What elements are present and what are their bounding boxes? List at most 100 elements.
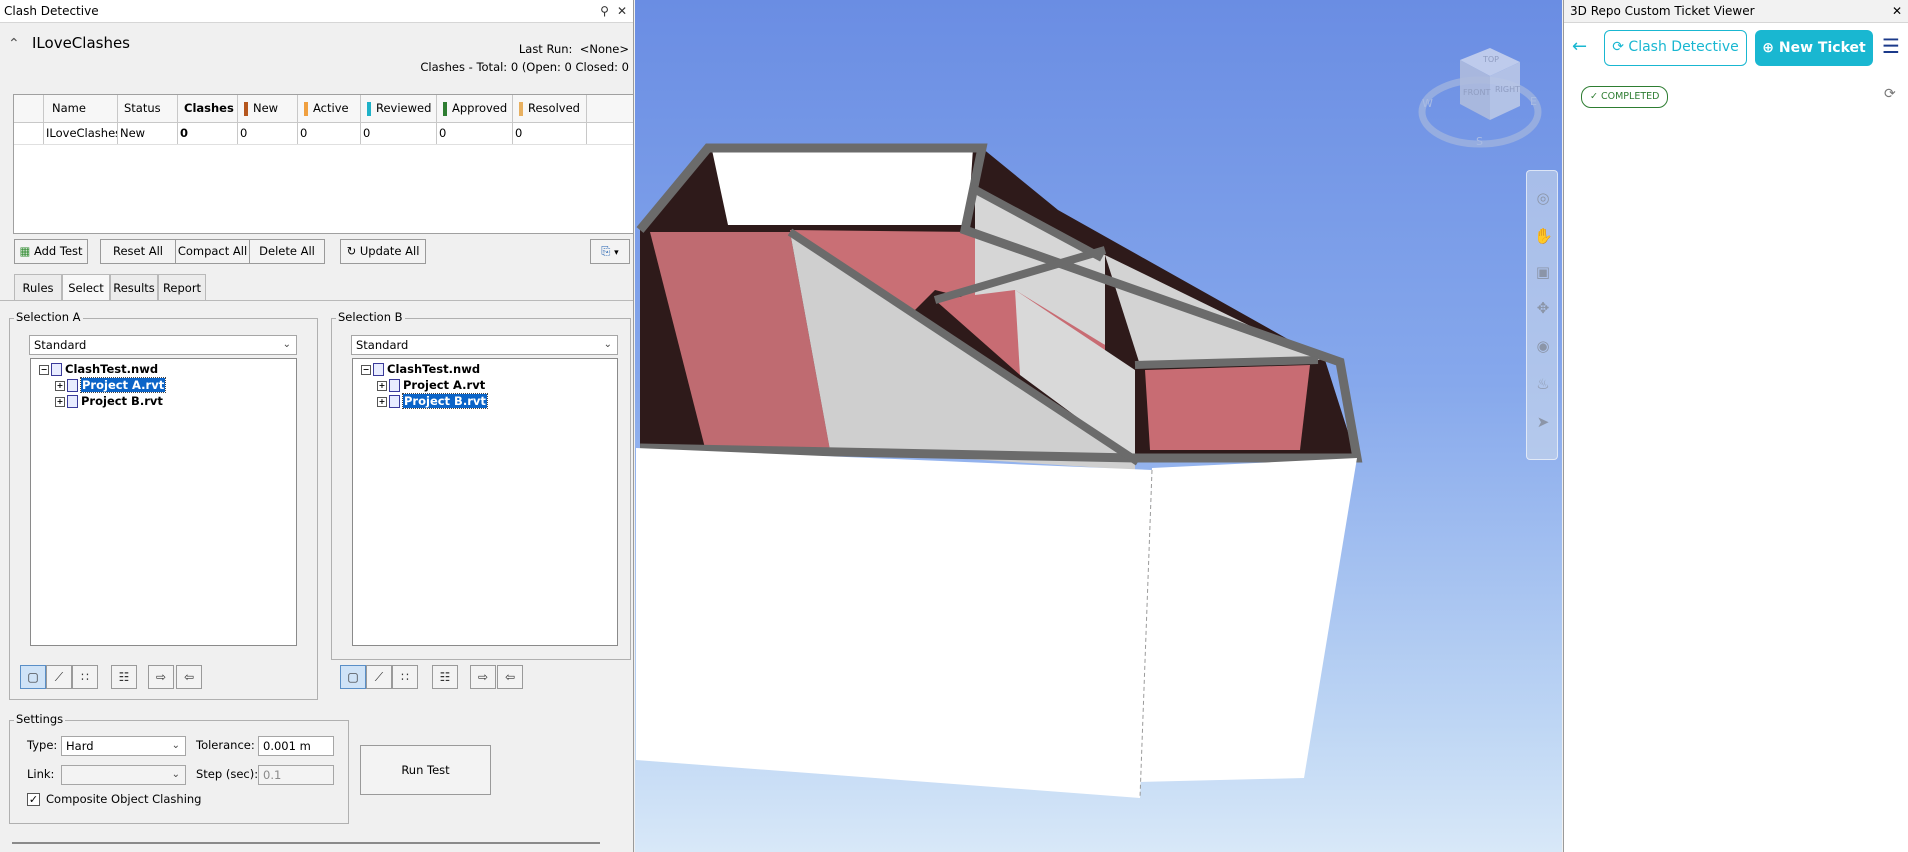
col-new-label: New (253, 101, 279, 115)
selection-a-combo[interactable]: Standard ⌄ (29, 335, 297, 355)
chevron-down-icon: ⌄ (171, 740, 180, 751)
tab-select[interactable]: Select (62, 274, 110, 301)
composite-checkbox[interactable]: ✓ (27, 793, 40, 806)
expand-icon[interactable]: + (55, 380, 65, 391)
select-in-scene-b[interactable]: ⇦ (497, 665, 523, 689)
col-resolved[interactable]: Resolved (513, 95, 587, 122)
tree-node-project-b[interactable]: + Project B.rvt (55, 394, 163, 409)
tab-rules[interactable]: Rules (14, 274, 62, 300)
run-test-button[interactable]: Run Test (360, 745, 491, 795)
lines-toggle-a[interactable]: ⟋ (46, 665, 72, 689)
reset-all-button[interactable]: Reset All (100, 239, 176, 264)
refresh-icon[interactable]: ⟳ (1884, 86, 1896, 102)
col-clashes[interactable]: Clashes (178, 95, 238, 122)
tree-node-root[interactable]: − ClashTest.nwd (361, 362, 480, 377)
select-in-scene-a[interactable]: ⇦ (176, 665, 202, 689)
table-row[interactable]: ILoveClashes New 0 0 0 0 0 0 (14, 123, 633, 145)
update-all-button[interactable]: ↻ Update All (340, 239, 426, 264)
export-dropdown-button[interactable]: ⎘ ▾ (590, 239, 630, 264)
viewcube-front: FRONT (1463, 88, 1491, 97)
zoom-window-icon[interactable]: ▣ (1534, 263, 1552, 281)
col-reviewed[interactable]: Reviewed (361, 95, 437, 122)
status-text: COMPLETED (1601, 91, 1660, 102)
look-around-icon[interactable]: ◉ (1534, 337, 1552, 355)
tests-grid: Name Status Clashes New Active Reviewed … (13, 94, 633, 234)
col-approved[interactable]: Approved (437, 95, 513, 122)
delete-all-button[interactable]: Delete All (249, 239, 325, 264)
hamburger-menu-icon[interactable]: ☰ (1882, 34, 1900, 58)
tolerance-label: Tolerance: (196, 738, 255, 752)
panel-title: Clash Detective (0, 0, 633, 23)
use-current-selection-b[interactable]: ⇨ (470, 665, 496, 689)
bottom-scrollbar[interactable] (12, 842, 600, 844)
collapse-icon[interactable]: − (39, 364, 49, 375)
col-new[interactable]: New (238, 95, 298, 122)
col-active[interactable]: Active (298, 95, 361, 122)
close-icon[interactable]: ✕ (617, 4, 627, 18)
expand-icon[interactable]: + (377, 396, 387, 407)
tab-report[interactable]: Report (158, 274, 206, 300)
ticket-viewer-panel: 3D Repo Custom Ticket Viewer ✕ ← ⟳ Clash… (1563, 0, 1908, 852)
tree-node-label: Project B.rvt (81, 394, 163, 408)
pin-icon[interactable]: ⚲ (600, 4, 609, 18)
selection-b-combo[interactable]: Standard ⌄ (351, 335, 618, 355)
tree-node-project-b[interactable]: + Project B.rvt (377, 393, 488, 409)
new-ticket-button[interactable]: ⊕ New Ticket (1755, 30, 1873, 66)
type-select[interactable]: Hard ⌄ (61, 736, 186, 756)
compact-all-button[interactable]: Compact All (175, 239, 250, 264)
cell-name: ILoveClashes (44, 123, 118, 144)
reviewed-swatch (367, 101, 371, 116)
close-icon[interactable]: ✕ (1892, 0, 1902, 22)
file-icon (389, 395, 400, 408)
steering-wheel-icon[interactable]: ◎ (1534, 189, 1552, 207)
use-current-selection-a[interactable]: ⇨ (148, 665, 174, 689)
clash-detective-button[interactable]: ⟳ Clash Detective (1604, 30, 1747, 66)
viewcube[interactable]: TOP FRONT RIGHT W E S (1410, 40, 1550, 160)
ticket-panel-title: 3D Repo Custom Ticket Viewer ✕ (1564, 0, 1908, 23)
tree-node-project-a[interactable]: + Project A.rvt (377, 378, 485, 393)
clash-summary: Clashes - Total: 0 (Open: 0 Closed: 0 (420, 60, 629, 74)
tolerance-field[interactable]: 0.001 m (258, 736, 334, 756)
expand-icon[interactable]: + (377, 380, 387, 391)
step-field[interactable]: 0.1 (258, 765, 334, 785)
expand-icon[interactable]: + (55, 396, 65, 407)
points-toggle-a[interactable]: ∷ (72, 665, 98, 689)
lines-toggle-b[interactable]: ⟋ (366, 665, 392, 689)
tree-node-project-a[interactable]: + Project A.rvt (55, 377, 167, 393)
surfaces-toggle-b[interactable]: ▢ (340, 665, 366, 689)
orbit-icon[interactable]: ✥ (1534, 299, 1552, 317)
link-select[interactable]: ⌄ (61, 765, 186, 785)
walk-icon[interactable]: ♨ (1534, 375, 1552, 393)
surfaces-toggle-a[interactable]: ▢ (20, 665, 46, 689)
tab-results[interactable]: Results (110, 274, 158, 300)
cell-active: 0 (298, 123, 361, 144)
tree-node-root[interactable]: − ClashTest.nwd (39, 362, 158, 377)
last-run-label: Last Run: (518, 42, 573, 56)
3d-viewport[interactable]: TOP FRONT RIGHT W E S (635, 0, 1562, 852)
ticket-panel-title-text: 3D Repo Custom Ticket Viewer (1570, 4, 1755, 18)
col-status[interactable]: Status (118, 95, 178, 122)
back-arrow-icon[interactable]: ← (1572, 36, 1587, 57)
selection-b-tree[interactable]: − ClashTest.nwd + Project A.rvt + Project B… (352, 358, 618, 646)
cell-clashes: 0 (178, 123, 238, 144)
collapse-icon[interactable]: − (361, 364, 371, 375)
clash-detective-label: Clash Detective (1628, 39, 1739, 55)
model-side-wall (1140, 458, 1357, 782)
selection-a-tree[interactable]: − ClashTest.nwd + Project A.rvt + Project B… (30, 358, 297, 646)
type-label: Type: (27, 738, 58, 752)
select-cursor-icon[interactable]: ➤ (1534, 413, 1552, 431)
selection-b-combo-value: Standard (356, 338, 409, 352)
self-intersect-toggle-a[interactable]: ☷ (111, 665, 137, 689)
file-icon (389, 379, 400, 392)
points-toggle-b[interactable]: ∷ (392, 665, 418, 689)
grid-header: Name Status Clashes New Active Reviewed … (14, 95, 633, 123)
add-test-button[interactable]: ▦ Add Test (14, 239, 88, 264)
type-value: Hard (66, 739, 94, 753)
title-icons: ⚲ ✕ (592, 0, 627, 22)
self-intersect-toggle-b[interactable]: ☷ (432, 665, 458, 689)
last-run: Last Run: <None> (519, 42, 629, 56)
col-name[interactable]: Name (44, 95, 118, 122)
pan-hand-icon[interactable]: ✋ (1534, 227, 1553, 245)
chevron-up-icon[interactable]: ⌃ (8, 36, 20, 52)
new-swatch (244, 101, 248, 116)
